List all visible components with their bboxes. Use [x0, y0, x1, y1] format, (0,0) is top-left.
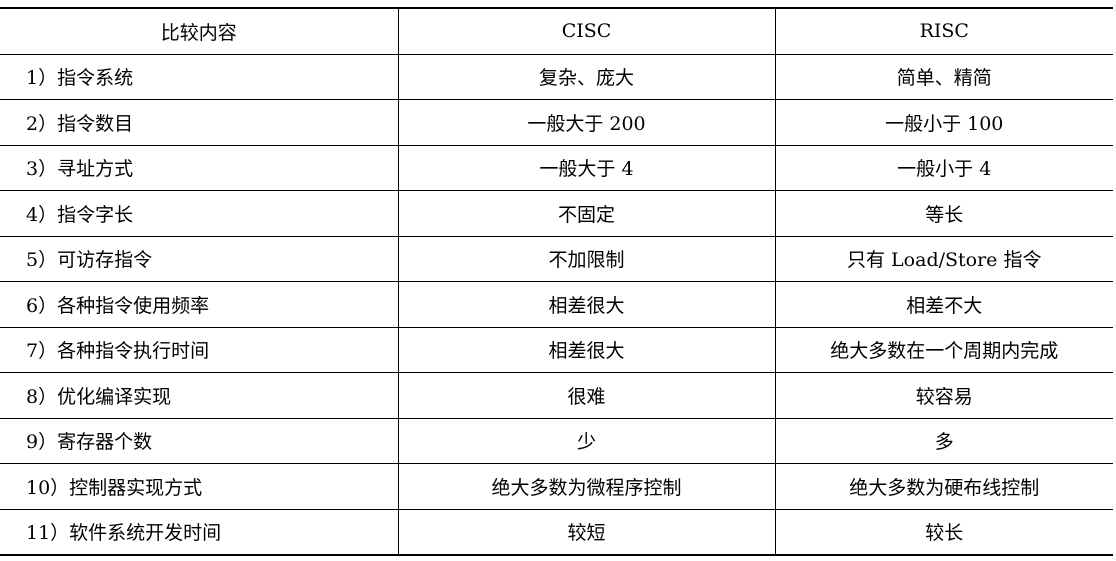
risc-value: 等长 — [774, 190, 1113, 237]
row-item-label: 4）指令字长 — [0, 190, 398, 237]
risc-value: 绝大多数为硬布线控制 — [774, 463, 1113, 510]
table-row: 3）寻址方式 一般大于 4 一般小于 4 — [0, 144, 1113, 191]
table-row: 2）指令数目 一般大于 200 一般小于 100 — [0, 99, 1113, 146]
row-item-label: 6）各种指令使用频率 — [0, 281, 398, 328]
row-item-label: 11）软件系统开发时间 — [0, 508, 398, 556]
cisc-value: 不加限制 — [397, 235, 775, 282]
cisc-value: 很难 — [397, 372, 775, 419]
cisc-value: 不固定 — [397, 190, 775, 237]
risc-value: 较长 — [774, 508, 1113, 556]
row-item-label: 9）寄存器个数 — [0, 417, 398, 464]
table-row: 10）控制器实现方式 绝大多数为微程序控制 绝大多数为硬布线控制 — [0, 463, 1113, 510]
risc-value: 一般小于 100 — [774, 99, 1113, 146]
cisc-value: 较短 — [397, 508, 775, 556]
row-item-label: 8）优化编译实现 — [0, 372, 398, 419]
table-row: 7）各种指令执行时间 相差很大 绝大多数在一个周期内完成 — [0, 326, 1113, 373]
cisc-risc-comparison-table: 比较内容 CISC RISC 1）指令系统 复杂、庞大 简单、精简 2）指令数目… — [0, 7, 1113, 556]
row-item-label: 2）指令数目 — [0, 99, 398, 146]
comparison-table-container: 比较内容 CISC RISC 1）指令系统 复杂、庞大 简单、精简 2）指令数目… — [0, 7, 1113, 556]
risc-value: 只有 Load/Store 指令 — [774, 235, 1113, 282]
risc-value: 多 — [774, 417, 1113, 464]
table-row: 11）软件系统开发时间 较短 较长 — [0, 508, 1113, 556]
risc-value: 简单、精简 — [774, 53, 1113, 100]
row-item-label: 3）寻址方式 — [0, 144, 398, 191]
cisc-value: 少 — [397, 417, 775, 464]
cisc-value: 相差很大 — [397, 281, 775, 328]
table-row: 1）指令系统 复杂、庞大 简单、精简 — [0, 53, 1113, 100]
risc-value: 相差不大 — [774, 281, 1113, 328]
header-risc: RISC — [774, 7, 1113, 55]
table-row: 6）各种指令使用频率 相差很大 相差不大 — [0, 281, 1113, 328]
row-item-label: 5）可访存指令 — [0, 235, 398, 282]
table-row: 4）指令字长 不固定 等长 — [0, 190, 1113, 237]
cisc-value: 绝大多数为微程序控制 — [397, 463, 775, 510]
table-row: 8）优化编译实现 很难 较容易 — [0, 372, 1113, 419]
row-item-label: 10）控制器实现方式 — [0, 463, 398, 510]
header-comparison-content: 比较内容 — [0, 7, 398, 55]
risc-value: 绝大多数在一个周期内完成 — [774, 326, 1113, 373]
row-item-label: 7）各种指令执行时间 — [0, 326, 398, 373]
header-cisc: CISC — [397, 7, 775, 55]
cisc-value: 相差很大 — [397, 326, 775, 373]
risc-value: 较容易 — [774, 372, 1113, 419]
risc-value: 一般小于 4 — [774, 144, 1113, 191]
cisc-value: 一般大于 4 — [397, 144, 775, 191]
table-row: 5）可访存指令 不加限制 只有 Load/Store 指令 — [0, 235, 1113, 282]
cisc-value: 一般大于 200 — [397, 99, 775, 146]
table-header-row: 比较内容 CISC RISC — [0, 7, 1113, 55]
row-item-label: 1）指令系统 — [0, 53, 398, 100]
cisc-value: 复杂、庞大 — [397, 53, 775, 100]
table-row: 9）寄存器个数 少 多 — [0, 417, 1113, 464]
